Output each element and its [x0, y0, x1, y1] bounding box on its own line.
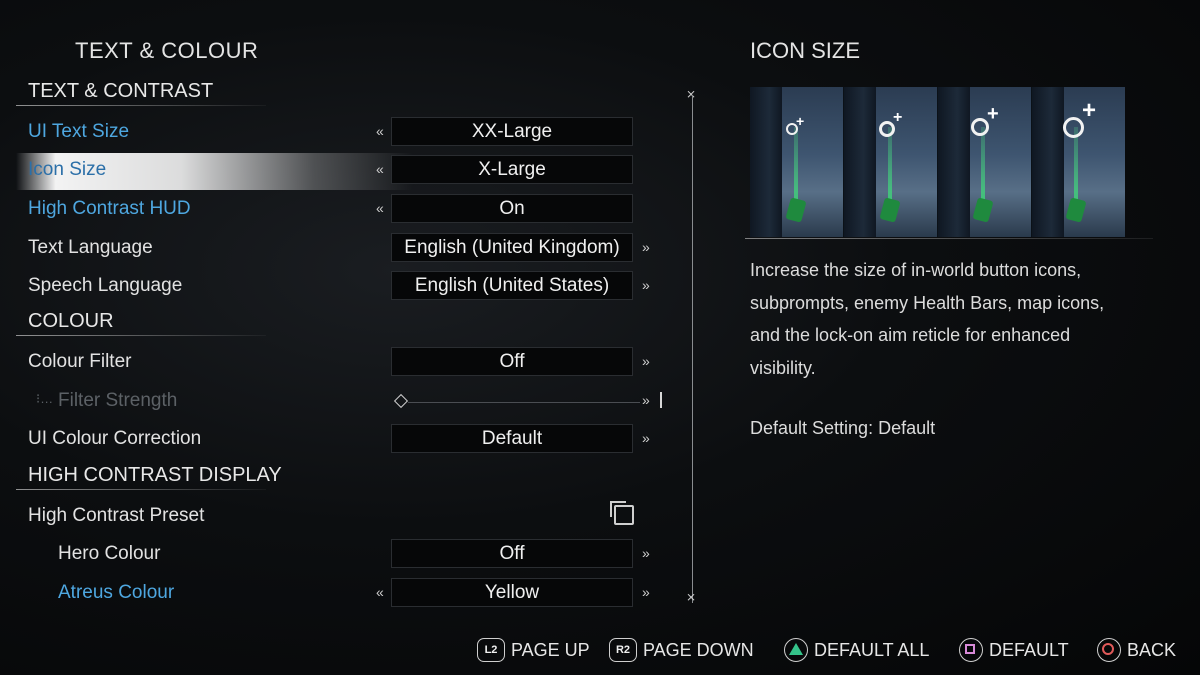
section-high-contrast-display: HIGH CONTRAST DISPLAY [16, 464, 296, 492]
icon-size-preview-image: + + + + [750, 87, 1125, 237]
chevron-right-icon[interactable]: » [642, 353, 650, 369]
setting-value: On [391, 194, 633, 223]
setting-value: Off [391, 347, 633, 376]
panel-description: Increase the size of in-world button ico… [750, 260, 1105, 378]
default-label: DEFAULT [989, 639, 1069, 660]
prompt-ring-icon [1063, 117, 1084, 138]
setting-text-language[interactable]: Text Language English (United Kingdom) » [16, 231, 678, 268]
setting-high-contrast-preset[interactable]: High Contrast Preset [16, 499, 678, 536]
panel-title: ICON SIZE [750, 38, 861, 63]
setting-value: Off [391, 539, 633, 568]
chevron-right-icon[interactable]: » [642, 239, 650, 255]
setting-ui-colour-correction[interactable]: UI Colour Correction Default » [16, 422, 678, 459]
chevron-right-icon: » [642, 392, 650, 408]
setting-atreus-colour[interactable]: Atreus Colour « Yellow » [16, 576, 678, 613]
setting-value: X-Large [391, 155, 633, 184]
section-text-contrast: TEXT & CONTRAST [16, 80, 266, 108]
triangle-button-icon [784, 638, 808, 662]
preview-underline [745, 238, 1153, 239]
default-button[interactable]: DEFAULT [959, 638, 1069, 662]
gem-icon [972, 197, 994, 223]
back-label: BACK [1127, 639, 1177, 660]
scrollbar-track[interactable] [692, 95, 693, 603]
square-button-icon [959, 638, 983, 662]
page-down-button[interactable]: R2 PAGE DOWN [609, 638, 754, 662]
tree-trunk [938, 87, 970, 237]
setting-ui-text-size[interactable]: UI Text Size « XX-Large [16, 115, 678, 152]
setting-label: Text Language [28, 237, 153, 258]
slider-end-marker [660, 392, 662, 408]
preview-panel: + [750, 87, 844, 237]
tree-trunk [844, 87, 876, 237]
tree-trunk [1032, 87, 1064, 237]
setting-colour-filter[interactable]: Colour Filter Off » [16, 345, 678, 382]
setting-hero-colour[interactable]: Hero Colour Off » [16, 537, 678, 574]
setting-label: High Contrast HUD [28, 198, 191, 219]
page-up-button[interactable]: L2 PAGE UP [477, 638, 590, 662]
preview-panel: + [1032, 87, 1125, 237]
chevron-right-icon[interactable]: » [642, 584, 650, 600]
default-all-label: DEFAULT ALL [814, 639, 930, 660]
setting-high-contrast-hud[interactable]: High Contrast HUD « On [16, 192, 678, 229]
setting-label: UI Text Size [28, 121, 130, 142]
l2-button-icon: L2 [477, 638, 505, 662]
chevron-left-icon[interactable]: « [376, 584, 384, 600]
setting-label: Icon Size [28, 159, 107, 180]
chevron-left-icon[interactable]: « [376, 200, 384, 216]
chevron-right-icon[interactable]: » [642, 430, 650, 446]
plus-icon: + [796, 113, 805, 129]
setting-label: Filter Strength [58, 390, 178, 411]
setting-value: English (United Kingdom) [391, 233, 633, 262]
scroll-bottom-cap-icon: ⨯ [686, 590, 697, 604]
preview-panel: + [844, 87, 938, 237]
circle-button-icon [1097, 638, 1121, 662]
setting-value: English (United States) [391, 271, 633, 300]
slider-knob [393, 393, 409, 409]
setting-value: Default [391, 424, 633, 453]
gem-icon [1065, 197, 1087, 223]
default-all-button[interactable]: DEFAULT ALL [784, 638, 929, 662]
back-button[interactable]: BACK [1097, 638, 1176, 662]
slider-track [408, 402, 640, 403]
setting-label: Hero Colour [58, 543, 161, 564]
gem-icon [879, 197, 901, 223]
chevron-left-icon[interactable]: « [376, 161, 384, 177]
setting-speech-language[interactable]: Speech Language English (United States) … [16, 269, 678, 306]
setting-icon-size[interactable]: Icon Size « X-Large [16, 153, 678, 190]
plus-icon: + [987, 103, 999, 125]
r2-button-icon: R2 [609, 638, 637, 662]
chevron-right-icon[interactable]: » [642, 545, 650, 561]
plus-icon: + [1082, 97, 1097, 124]
page-title: TEXT & COLOUR [75, 38, 259, 63]
tree-trunk [750, 87, 782, 237]
preview-panel: + [938, 87, 1032, 237]
footer-prompts: L2 PAGE UP R2 PAGE DOWN DEFAULT ALL DEFA… [0, 638, 1200, 668]
sub-item-icon: ⁝… [36, 391, 54, 406]
chevron-right-icon[interactable]: » [642, 277, 650, 293]
chevron-left-icon[interactable]: « [376, 123, 384, 139]
page-up-label: PAGE UP [511, 639, 590, 660]
setting-label: High Contrast Preset [28, 505, 205, 526]
page-down-label: PAGE DOWN [643, 639, 754, 660]
default-setting-text: Default Setting: Default [750, 418, 936, 438]
setting-label: UI Colour Correction [28, 428, 202, 449]
setting-value: XX-Large [391, 117, 633, 146]
setting-label: Atreus Colour [58, 582, 175, 603]
section-colour: COLOUR [16, 310, 266, 338]
plus-icon: + [893, 109, 903, 126]
setting-label: Colour Filter [28, 351, 132, 372]
gem-icon [785, 197, 807, 223]
preset-copy-icon[interactable] [610, 501, 634, 525]
setting-value: Yellow [391, 578, 633, 607]
setting-filter-strength: ⁝… Filter Strength » [16, 384, 678, 421]
setting-label: Speech Language [28, 275, 183, 296]
